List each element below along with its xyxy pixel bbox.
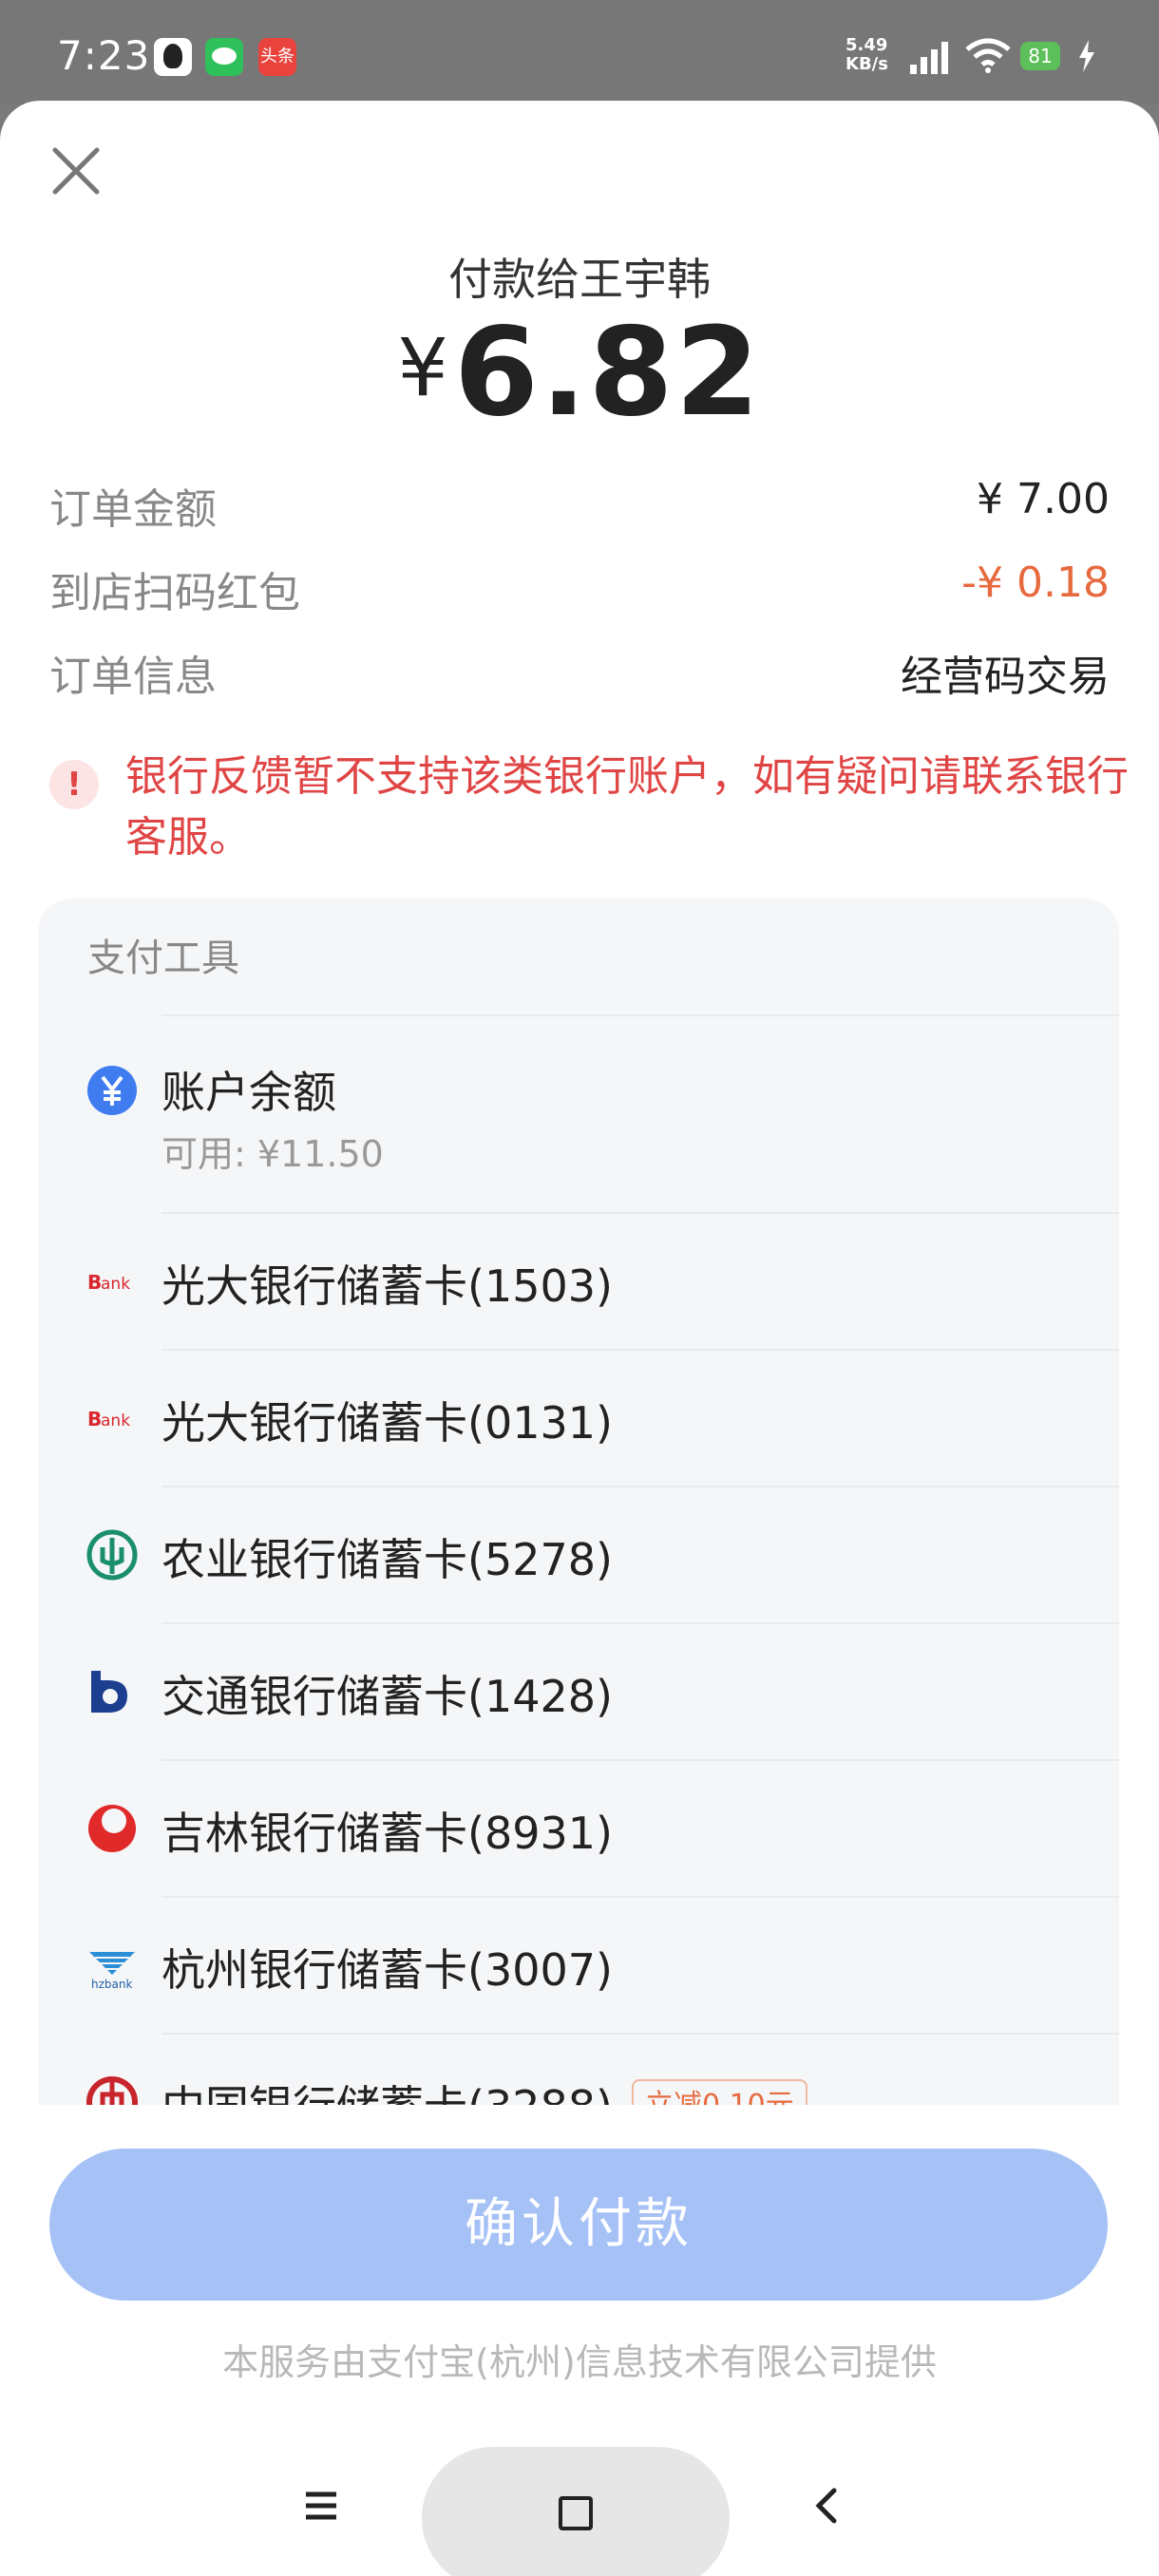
home-icon — [559, 2496, 593, 2530]
wifi-icon — [965, 38, 1011, 73]
service-provider-text: 本服务由支付宝(杭州)信息技术有限公司提供 — [222, 2341, 937, 2383]
bank-generic-icon: B ank — [87, 1271, 130, 1294]
detail-value: -¥ 0.18 — [961, 559, 1110, 607]
detail-label: 订单金额 — [49, 485, 217, 534]
pay-option-name: 杭州银行储蓄卡(3007) — [162, 1944, 613, 1996]
pay-option-bank-card[interactable]: 交通银行储蓄卡(1428) — [38, 1624, 1119, 1759]
battery-icon: 81 — [1020, 42, 1060, 70]
pay-tools-title: 支付工具 — [87, 937, 239, 980]
net-speed: 5.49 KB/s — [846, 36, 888, 74]
net-speed-unit: KB/s — [846, 54, 888, 74]
bocom-bank-icon — [91, 1671, 127, 1713]
pay-option-available: 可用: ¥11.50 — [162, 1133, 384, 1175]
svg-text:B: B — [87, 1408, 102, 1430]
pay-option-name: 农业银行储蓄卡(5278) — [162, 1534, 613, 1585]
detail-label: 到店扫码红包 — [49, 569, 300, 617]
payment-amount: ¥6.82 — [0, 302, 1159, 444]
hz-bank-icon: hzbank — [89, 1952, 135, 1991]
currency-symbol: ¥ — [397, 321, 448, 414]
close-icon[interactable] — [49, 144, 103, 198]
detail-row-order-amount: 订单金额 ¥ 7.00 — [49, 475, 1110, 536]
net-speed-value: 5.49 — [846, 35, 888, 55]
status-bar: 7:23 头条 5.49 KB/s 81 — [0, 0, 1159, 104]
pay-option-bank-card[interactable]: hzbank 杭州银行储蓄卡(3007) — [38, 1898, 1119, 2033]
pay-option-name: 光大银行储蓄卡(0131) — [162, 1397, 613, 1449]
pay-option-bank-card[interactable]: 吉林银行储蓄卡(8931) — [38, 1761, 1119, 1896]
detail-value: ¥ 7.00 — [977, 475, 1110, 523]
bank-generic-icon: B ank — [87, 1408, 130, 1430]
payee-title: 付款给王宇韩 — [448, 254, 711, 305]
detail-row-order-info[interactable]: 订单信息 经营码交易 — [49, 642, 1110, 703]
pay-option-bank-card[interactable]: 中国银行储蓄卡(3288) 立减0.10元 — [38, 2035, 1119, 2105]
yuan-balance-icon — [87, 1066, 137, 1115]
qq-app-icon — [154, 38, 192, 76]
confirm-payment-button[interactable]: 确认付款 — [49, 2149, 1108, 2301]
toutiao-app-icon: 头条 — [258, 38, 296, 76]
signal-icon — [910, 42, 948, 74]
pay-option-name-text: 中国银行储蓄卡(3288) — [162, 2081, 613, 2105]
alert-icon: ! — [49, 760, 99, 809]
jilin-bank-icon — [88, 1805, 136, 1852]
pay-option-name: 吉林银行储蓄卡(8931) — [162, 1808, 613, 1859]
detail-row-red-packet: 到店扫码红包 -¥ 0.18 — [49, 559, 1110, 619]
wechat-app-icon — [205, 38, 243, 76]
pay-option-bank-card[interactable]: 农业银行储蓄卡(5278) — [38, 1487, 1119, 1622]
abc-bank-icon — [86, 1529, 138, 1581]
pay-tools-panel: 支付工具 账户余额 可用: ¥11.50 B ank 光大银行储蓄卡(1503)… — [38, 899, 1119, 2105]
back-icon[interactable] — [809, 2485, 844, 2527]
pay-option-name: 中国银行储蓄卡(3288) 立减0.10元 — [162, 2073, 808, 2105]
pay-option-balance[interactable]: 账户余额 可用: ¥11.50 — [38, 1016, 1119, 1212]
menu-icon[interactable] — [302, 2487, 340, 2525]
detail-value: 经营码交易 — [901, 653, 1110, 701]
pay-option-bank-card[interactable]: B ank 光大银行储蓄卡(1503) — [38, 1214, 1119, 1349]
svg-text:ank: ank — [101, 1275, 130, 1294]
charging-icon — [1079, 40, 1094, 72]
warning-text: 银行反馈暂不支持该类银行账户，如有疑问请联系银行客服。 — [125, 752, 1129, 862]
pay-option-name: 账户余额 — [162, 1067, 336, 1118]
boc-bank-icon — [86, 2076, 138, 2105]
detail-label: 订单信息 — [49, 653, 217, 701]
payment-sheet: 付款给王宇韩 ¥6.82 订单金额 ¥ 7.00 到店扫码红包 -¥ 0.18 … — [0, 101, 1159, 2576]
status-time: 7:23 — [57, 32, 151, 79]
pay-option-name: 交通银行储蓄卡(1428) — [162, 1671, 613, 1722]
svg-text:B: B — [87, 1271, 102, 1294]
home-button[interactable] — [422, 2447, 730, 2576]
svg-text:ank: ank — [101, 1411, 130, 1430]
system-nav-bar — [0, 2447, 1159, 2576]
svg-text:hzbank: hzbank — [91, 1978, 132, 1991]
discount-tag: 立减0.10元 — [631, 2079, 808, 2105]
pay-option-name: 光大银行储蓄卡(1503) — [162, 1260, 613, 1312]
pay-option-bank-card[interactable]: B ank 光大银行储蓄卡(0131) — [38, 1351, 1119, 1486]
amount-value: 6.82 — [453, 302, 762, 444]
